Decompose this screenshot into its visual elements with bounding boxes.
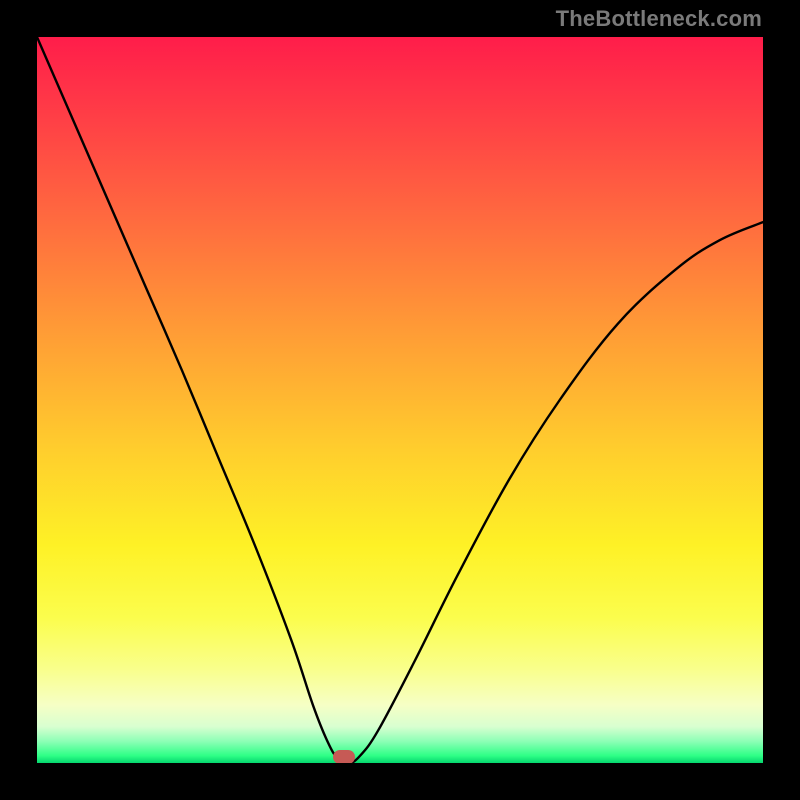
bottleneck-curve: [37, 37, 763, 763]
plot-area: [37, 37, 763, 763]
watermark-text: TheBottleneck.com: [556, 6, 762, 32]
chart-frame: TheBottleneck.com: [0, 0, 800, 800]
optimum-marker: [333, 750, 355, 763]
